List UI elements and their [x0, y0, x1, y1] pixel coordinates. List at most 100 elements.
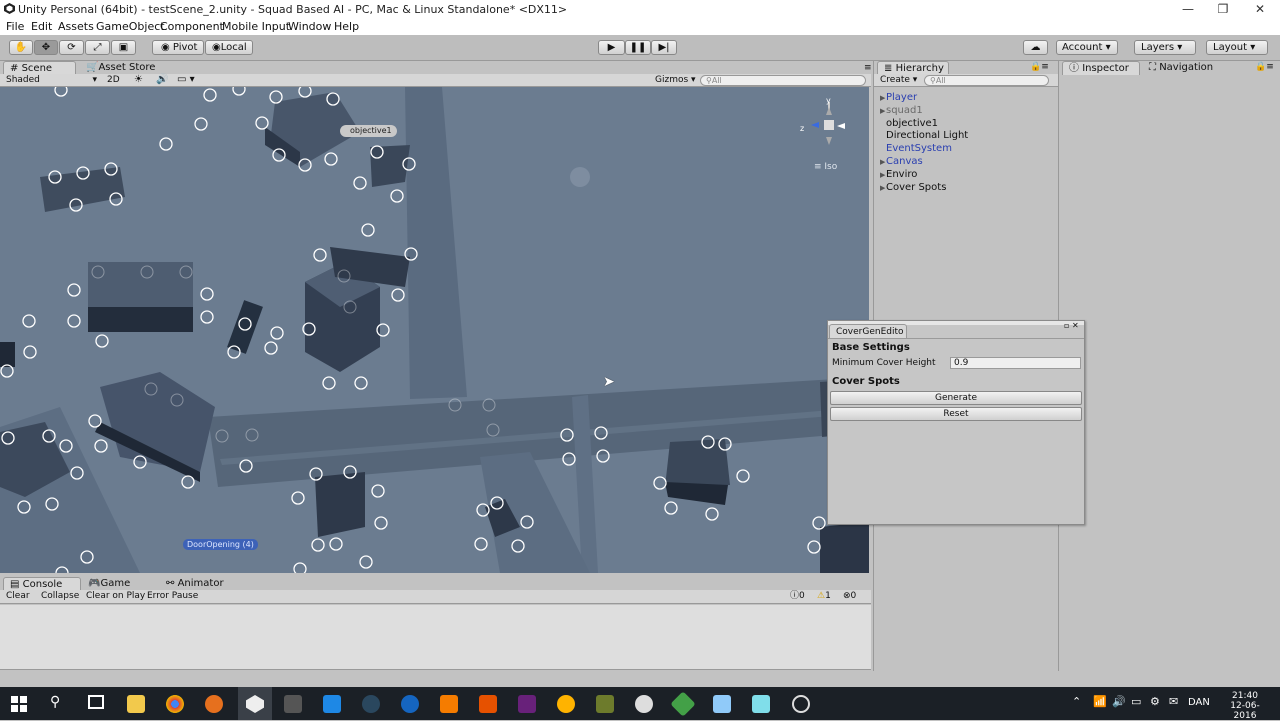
tab-cover-gen-editor[interactable]: CoverGenEdito [829, 324, 907, 338]
hierarchy-item[interactable]: ▶Enviro [880, 169, 917, 180]
file-explorer-icon[interactable] [127, 695, 145, 713]
info-count-toggle[interactable]: ⓘ0 [787, 590, 808, 603]
play-button[interactable]: ▶ [598, 40, 625, 55]
shading-mode-dropdown[interactable]: Shaded ▾ [3, 74, 99, 87]
tray-app-icon[interactable]: ⚙ [1150, 695, 1160, 708]
min-cover-height-input[interactable]: 0.9 [950, 357, 1081, 369]
task-view-icon[interactable] [88, 695, 104, 709]
cube-icon[interactable] [713, 695, 731, 713]
tab-hierarchy[interactable]: ≣ Hierarchy [877, 61, 949, 75]
menu-help[interactable]: Help [334, 20, 359, 33]
clock[interactable]: 21:40 12-06-2016 [1220, 691, 1270, 721]
menu-window[interactable]: Window [288, 20, 331, 33]
search-icon[interactable]: ⚲ [50, 694, 60, 710]
hierarchy-item[interactable]: ▶squad1 [880, 105, 923, 116]
pause-button[interactable]: ❚❚ [625, 40, 651, 55]
create-dropdown[interactable]: Create ▾ [877, 74, 919, 87]
menu-gameobject[interactable]: GameObject [96, 20, 165, 33]
window-close-icon[interactable]: ▫ ✕ [1064, 321, 1079, 330]
hierarchy-search-input[interactable]: ⚲All [924, 75, 1049, 86]
reset-button[interactable]: Reset [830, 407, 1082, 421]
dropbox-icon[interactable] [323, 695, 341, 713]
tab-game[interactable]: 🎮Game [82, 577, 136, 591]
hierarchy-item-label: Canvas [886, 156, 923, 167]
app-icon[interactable] [596, 695, 614, 713]
minimize-button[interactable]: — [1170, 0, 1206, 18]
xampp-icon[interactable] [479, 695, 497, 713]
lock-icon[interactable]: 🔒≡ [1255, 62, 1274, 72]
tab-inspector[interactable]: ⓘ Inspector [1062, 61, 1140, 75]
tab-navigation[interactable]: ⛶ Navigation [1143, 61, 1219, 75]
hierarchy-item[interactable]: ▶Player [880, 92, 917, 103]
hierarchy-item[interactable]: ▶Canvas [880, 156, 923, 167]
git-icon[interactable] [670, 691, 696, 717]
steam-icon[interactable] [362, 695, 380, 713]
tray-chevron-up-icon[interactable]: ⌃ [1072, 695, 1081, 708]
scene-search-input[interactable]: ⚲All [700, 75, 866, 86]
menu-file[interactable]: File [6, 20, 24, 33]
scene-view[interactable]: y z ≡ Iso objective1 DoorOpening (4) ➤ [0, 87, 869, 573]
local-toggle[interactable]: ◉Local [205, 40, 253, 55]
step-button[interactable]: ▶| [651, 40, 677, 55]
audio-toggle-icon[interactable]: 🔊 [156, 74, 168, 85]
iso-label[interactable]: ≡ Iso [814, 162, 837, 172]
2d-toggle[interactable]: 2D [104, 74, 126, 87]
warning-count-toggle[interactable]: ⚠1 [814, 590, 834, 603]
hierarchy-item[interactable]: objective1 [880, 118, 938, 129]
layers-dropdown[interactable]: Layers ▾ [1134, 40, 1196, 55]
lighting-toggle-icon[interactable]: ☀ [134, 74, 143, 85]
volume-icon[interactable]: 🔊 [1112, 695, 1126, 708]
blender-icon[interactable] [205, 695, 223, 713]
tab-asset-store[interactable]: 🛒Asset Store [80, 61, 161, 75]
menu-assets[interactable]: Assets [58, 20, 94, 33]
effects-toggle-icon[interactable]: ▭ ▾ [177, 74, 195, 85]
menu-edit[interactable]: Edit [31, 20, 52, 33]
network-icon[interactable]: 📶 [1093, 695, 1107, 708]
account-dropdown[interactable]: Account ▾ [1056, 40, 1118, 55]
tab-console[interactable]: ▤ Console [3, 577, 81, 591]
app-icon[interactable] [557, 695, 575, 713]
gizmos-dropdown[interactable]: Gizmos ▾ [652, 74, 696, 87]
app-icon[interactable] [752, 695, 770, 713]
objective-label[interactable]: objective1 [340, 125, 397, 137]
chrome-icon[interactable] [166, 695, 184, 713]
app-icon[interactable] [401, 695, 419, 713]
console-log-area[interactable] [0, 605, 871, 670]
clear-button[interactable]: Clear [3, 590, 33, 603]
rotate-tool-button[interactable]: ⟳ [59, 40, 84, 55]
visual-studio-icon[interactable] [518, 695, 536, 713]
tab-scene[interactable]: # Scene [3, 61, 76, 75]
battery-icon[interactable]: ▭ [1131, 695, 1141, 708]
pivot-toggle[interactable]: ◉ Pivot [152, 40, 204, 55]
layout-dropdown[interactable]: Layout ▾ [1206, 40, 1268, 55]
clear-on-play-toggle[interactable]: Clear on Play [83, 590, 148, 603]
app-icon[interactable] [792, 695, 810, 713]
scale-tool-button[interactable]: ⤢ [85, 40, 110, 55]
tab-animator[interactable]: ⚯ Animator [160, 577, 230, 591]
error-count-toggle[interactable]: ⊗0 [840, 590, 859, 603]
lock-icon[interactable]: 🔒≡ [1030, 62, 1049, 72]
panel-menu-icon[interactable]: ≡ [864, 63, 872, 73]
app-icon[interactable] [635, 695, 653, 713]
menu-mobile-input[interactable]: Mobile Input [222, 20, 290, 33]
app-icon[interactable] [284, 695, 302, 713]
rect-icon: ▣ [118, 42, 129, 53]
language-indicator[interactable]: DAN [1188, 697, 1210, 708]
restore-button[interactable]: ❐ [1205, 0, 1241, 18]
move-tool-button[interactable]: ✥ [34, 40, 58, 55]
tray-app-icon[interactable]: ✉ [1169, 695, 1178, 708]
menu-component[interactable]: Component [160, 20, 224, 33]
butterfly-icon[interactable] [440, 695, 458, 713]
windows-start-icon[interactable] [11, 696, 27, 712]
hierarchy-item[interactable]: ▶Cover Spots [880, 182, 946, 193]
generate-button[interactable]: Generate [830, 391, 1082, 405]
close-button[interactable]: ✕ [1242, 0, 1278, 18]
hierarchy-item[interactable]: EventSystem [880, 143, 952, 154]
rect-tool-button[interactable]: ▣ [111, 40, 136, 55]
door-opening-label[interactable]: DoorOpening (4) [183, 539, 258, 550]
hand-tool-button[interactable]: ✋ [9, 40, 33, 55]
error-pause-toggle[interactable]: Error Pause [144, 590, 201, 603]
collapse-toggle[interactable]: Collapse [38, 590, 82, 603]
hierarchy-item[interactable]: Directional Light [880, 130, 968, 141]
cloud-button[interactable]: ☁ [1023, 40, 1048, 55]
